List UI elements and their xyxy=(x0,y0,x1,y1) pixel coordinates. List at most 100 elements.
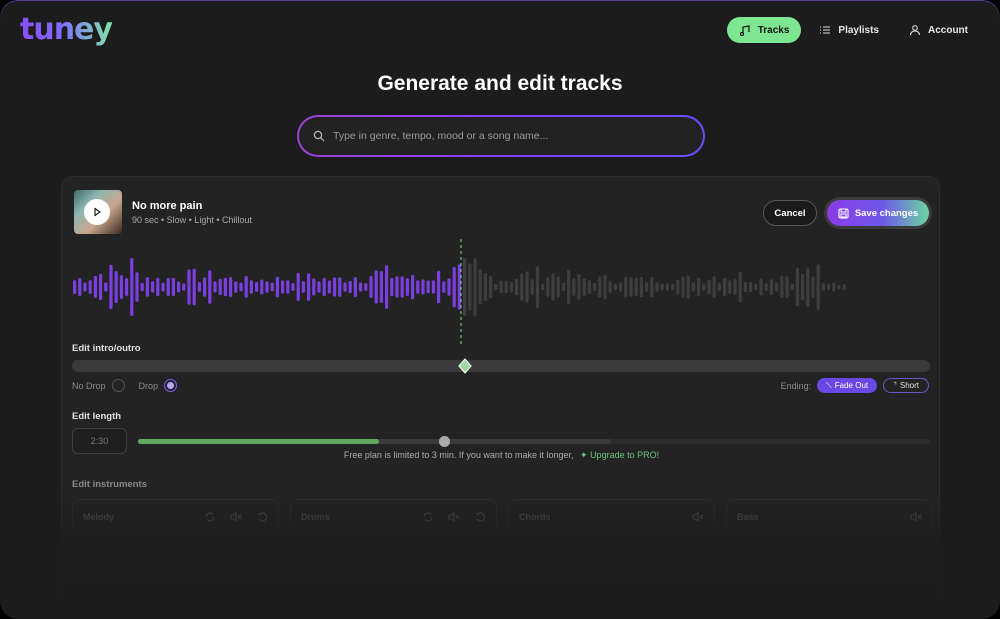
waveform-bar xyxy=(754,284,758,290)
mute-icon[interactable] xyxy=(910,511,922,523)
waveform-bar xyxy=(515,278,519,296)
nav-tracks[interactable]: Tracks xyxy=(726,17,802,43)
tuney-logo[interactable]: tuney xyxy=(20,12,113,47)
waveform-bar xyxy=(691,282,695,292)
upgrade-link[interactable]: ✦ Upgrade to PRO! xyxy=(580,450,659,460)
instrument-melody[interactable]: Melody xyxy=(72,499,279,535)
intro-outro-slider[interactable] xyxy=(72,357,930,375)
cancel-button[interactable]: Cancel xyxy=(763,200,817,226)
track-editor-card: No more pain 90 sec • Slow • Light • Chi… xyxy=(61,176,940,619)
waveform-bar xyxy=(249,280,253,294)
waveform-bar xyxy=(260,279,264,295)
undo-icon[interactable] xyxy=(256,511,268,523)
no-drop-radio[interactable] xyxy=(111,379,125,392)
playhead-diamond-handle[interactable] xyxy=(456,357,474,375)
ending-label: Ending: xyxy=(780,380,812,391)
drop-options: No Drop Drop xyxy=(72,379,185,392)
waveform-bar xyxy=(400,276,404,298)
waveform-bar xyxy=(837,284,841,290)
waveform-bar xyxy=(676,279,680,295)
drop-radio[interactable] xyxy=(164,379,178,392)
search-input[interactable] xyxy=(333,130,663,142)
instrument-list: Melody Drums Chords Bass xyxy=(72,499,933,535)
play-icon xyxy=(94,207,101,217)
waveform-bar xyxy=(338,277,342,297)
waveform-bar xyxy=(218,278,222,296)
waveform-bar xyxy=(494,283,498,291)
short-icon: ⌝ xyxy=(893,381,897,390)
instrument-drums[interactable]: Drums xyxy=(290,499,497,535)
waveform-bar xyxy=(83,282,87,292)
mute-icon[interactable] xyxy=(230,511,242,523)
waveform-bar xyxy=(379,271,383,303)
waveform-bar xyxy=(353,277,357,298)
waveform-bar xyxy=(348,280,352,294)
waveform-bar xyxy=(593,282,597,292)
waveform-bar xyxy=(728,280,732,294)
instrument-bass[interactable]: Bass xyxy=(726,499,933,535)
waveform-bar xyxy=(374,270,378,304)
waveform-bar xyxy=(171,277,175,297)
waveform-bar xyxy=(816,264,820,310)
waveform-bar xyxy=(327,280,331,294)
waveform-bar xyxy=(785,276,789,298)
waveform-bar xyxy=(270,282,274,292)
waveform-bar xyxy=(567,269,571,305)
waveform-bar xyxy=(499,280,503,294)
nav-tracks-label: Tracks xyxy=(757,24,790,36)
waveform-bar xyxy=(182,283,186,291)
length-slider-thumb[interactable] xyxy=(439,436,450,447)
waveform-bar xyxy=(291,283,295,291)
waveform-bar xyxy=(385,265,389,309)
regenerate-icon[interactable] xyxy=(204,511,216,523)
length-slider[interactable] xyxy=(138,436,930,447)
waveform-bar xyxy=(114,271,118,304)
undo-icon[interactable] xyxy=(474,511,486,523)
waveform-bar xyxy=(535,266,539,308)
waveform-bar xyxy=(239,282,243,292)
plan-limit-note: Free plan is limited to 3 min. If you wa… xyxy=(343,450,660,460)
waveform-bar xyxy=(140,282,144,292)
waveform-bar xyxy=(281,280,285,294)
play-button[interactable] xyxy=(84,199,110,225)
waveform-bar xyxy=(598,276,602,298)
nav-account[interactable]: Account xyxy=(897,17,980,43)
list-icon xyxy=(820,26,831,34)
edit-instruments-heading: Edit instruments xyxy=(72,479,147,490)
waveform-bar xyxy=(93,275,97,298)
top-nav: Tracks Playlists Account xyxy=(726,17,980,43)
waveform-bar xyxy=(192,268,196,306)
waveform[interactable] xyxy=(62,227,941,347)
waveform-bar xyxy=(790,283,794,291)
track-title: No more pain xyxy=(132,200,203,212)
waveform-bar xyxy=(317,281,321,293)
ending-short-button[interactable]: ⌝ Short xyxy=(883,378,929,393)
waveform-bar xyxy=(275,276,279,298)
mute-icon[interactable] xyxy=(692,511,704,523)
save-changes-button[interactable]: Save changes xyxy=(824,197,932,229)
waveform-bar xyxy=(177,281,181,293)
waveform-bar xyxy=(437,270,441,304)
waveform-bar xyxy=(764,283,768,291)
waveform-bar xyxy=(619,282,623,292)
no-drop-label: No Drop xyxy=(72,380,106,391)
drop-label: Drop xyxy=(138,380,159,391)
waveform-bar xyxy=(832,282,836,292)
sparkle-icon: ✦ xyxy=(580,450,588,460)
waveform-bar xyxy=(234,281,238,293)
waveform-bar xyxy=(187,269,191,305)
waveform-bar xyxy=(572,278,576,296)
waveform-bar xyxy=(223,277,227,297)
instrument-chords[interactable]: Chords xyxy=(508,499,715,535)
waveform-bar xyxy=(369,276,373,298)
length-slider-fill xyxy=(138,439,379,444)
waveform-bar xyxy=(639,276,643,298)
waveform-bar xyxy=(749,281,753,293)
mute-icon[interactable] xyxy=(448,511,460,523)
regenerate-icon[interactable] xyxy=(422,511,434,523)
waveform-bar xyxy=(504,280,508,294)
music-note-icon xyxy=(739,25,750,36)
search-icon xyxy=(313,130,325,142)
nav-playlists[interactable]: Playlists xyxy=(807,17,891,43)
ending-fade-out-button[interactable]: ⟍ Fade Out xyxy=(817,378,878,393)
